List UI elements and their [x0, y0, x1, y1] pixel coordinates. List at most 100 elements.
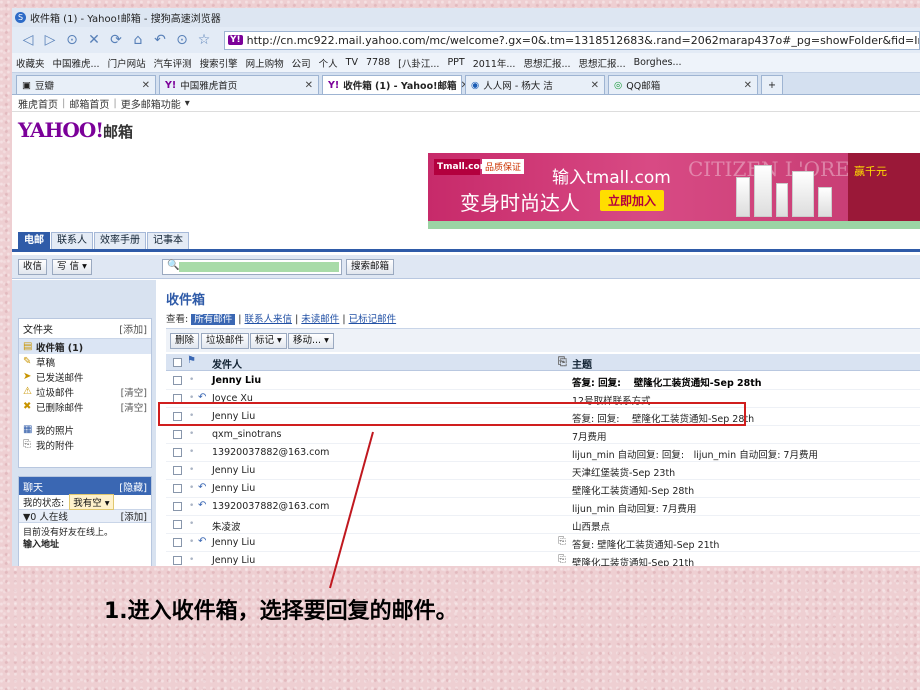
tmall-ad-banner[interactable]: Tmall.com 品质保证 输入tmall.com 变身时尚达人 立即加入 C…: [428, 153, 920, 221]
flag-dot-icon[interactable]: •: [189, 519, 194, 529]
add-folder-link[interactable]: [添加]: [119, 321, 147, 336]
mail-row[interactable]: • Jenny Liu ⎘ 壁隆化工装货通知-Sep 21th: [166, 552, 920, 566]
bookmark-item[interactable]: 7788: [366, 57, 390, 68]
mail-row[interactable]: • ↶ 13920037882@163.com lijun_min 自动回复: 7月费…: [166, 498, 920, 516]
flag-dot-icon[interactable]: •: [189, 465, 194, 475]
mail-checkbox[interactable]: [173, 520, 182, 529]
mail-row[interactable]: • qxm_sinotrans 7月费用: [166, 426, 920, 444]
flag-icon[interactable]: ⚑: [187, 355, 196, 366]
mail-row[interactable]: • Jenny Liu 答复: 回复: 壁隆化工装货通知-Sep 28th: [166, 372, 920, 390]
mail-checkbox[interactable]: [173, 430, 182, 439]
select-all-checkbox[interactable]: [173, 358, 182, 367]
mail-row[interactable]: • 13920037882@163.com lijun_min 自动回复: 回复: …: [166, 444, 920, 462]
filter-flagged[interactable]: 已标记邮件: [349, 314, 397, 325]
mail-subject[interactable]: lijun_min 自动回复: 7月费用: [572, 501, 696, 515]
mail-subject[interactable]: 山西景点: [572, 519, 610, 533]
bookmark-item[interactable]: 公司: [292, 56, 311, 70]
flag-dot-icon[interactable]: •: [189, 483, 194, 493]
mail-checkbox[interactable]: [173, 538, 182, 547]
stop-icon[interactable]: ⊙: [64, 32, 80, 48]
bookmark-item[interactable]: [八卦江...: [398, 56, 439, 70]
bookmark-item[interactable]: 汽车评测: [154, 56, 192, 70]
flag-dot-icon[interactable]: •: [189, 447, 194, 457]
mail-subject[interactable]: 壁隆化工装货通知-Sep 21th: [572, 555, 694, 566]
mail-checkbox[interactable]: [173, 448, 182, 457]
bookmark-item[interactable]: 收藏夹: [16, 56, 45, 70]
flag-dot-icon[interactable]: •: [189, 537, 194, 547]
mail-checkbox[interactable]: [173, 376, 182, 385]
mail-row[interactable]: • ↶ Jenny Liu 壁隆化工装货通知-Sep 28th: [166, 480, 920, 498]
spam-button[interactable]: 垃圾邮件: [201, 333, 250, 349]
flag-dot-icon[interactable]: •: [189, 555, 194, 565]
mail-checkbox[interactable]: [173, 502, 182, 511]
star-icon[interactable]: ☆: [196, 32, 212, 48]
hide-chat-link[interactable]: [隐藏]: [119, 479, 147, 494]
close-page-icon[interactable]: ✕: [86, 32, 102, 48]
flag-dot-icon[interactable]: •: [189, 429, 194, 439]
status-select[interactable]: 我有空 ▾: [69, 494, 114, 510]
folder-spam[interactable]: ⚠ 垃圾邮件 [清空]: [19, 384, 151, 399]
home-icon[interactable]: ⌂: [130, 32, 146, 48]
subject-column-header[interactable]: 主题: [572, 356, 592, 371]
filter-contacts[interactable]: 联系人来信: [245, 314, 293, 325]
bookmark-item[interactable]: 思想汇报...: [579, 56, 626, 70]
link-more-features[interactable]: 更多邮箱功能: [121, 96, 181, 111]
bookmark-item[interactable]: 思想汇报...: [523, 56, 570, 70]
mail-subject[interactable]: 7月费用: [572, 429, 607, 443]
flag-dot-icon[interactable]: •: [189, 375, 194, 385]
move-button[interactable]: 移动... ▾: [288, 333, 334, 349]
bookmark-item[interactable]: 2011年...: [473, 56, 516, 70]
new-tab-button[interactable]: +: [761, 75, 783, 94]
mail-subject[interactable]: 答复: 回复: 壁隆化工装货通知-Sep 28th: [572, 375, 762, 389]
browser-tab-renren[interactable]: ◉ 人人网 - 杨大 洁 ✕: [465, 75, 605, 94]
folder-photos[interactable]: ▦ 我的照片: [19, 422, 151, 437]
mail-subject[interactable]: lijun_min 自动回复: 回复: lijun_min 自动回复: 7月费用: [572, 447, 818, 461]
folder-trash[interactable]: ✖ 已删除邮件 [清空]: [19, 399, 151, 414]
mark-button[interactable]: 标记 ▾: [250, 333, 287, 349]
sender-column-header[interactable]: 发件人: [212, 356, 242, 371]
add-contact-link[interactable]: [添加]: [121, 509, 147, 523]
mail-subject[interactable]: 天津红堡装货-Sep 23th: [572, 465, 675, 479]
filter-unread[interactable]: 未读邮件: [301, 314, 339, 325]
empty-spam-link[interactable]: [清空]: [121, 385, 147, 399]
paperclip-icon[interactable]: ⎘: [558, 355, 567, 369]
close-tab-icon[interactable]: ✕: [744, 80, 752, 91]
online-count[interactable]: ▼0 人在线: [23, 509, 68, 523]
mail-row[interactable]: • ↶ Jenny Liu ⎘ 答复: 壁隆化工装货通知-Sep 21th: [166, 534, 920, 552]
folder-sent[interactable]: ➤ 已发送邮件: [19, 369, 151, 384]
tab-mail[interactable]: 电邮: [18, 232, 50, 249]
record-icon[interactable]: ⊙: [174, 32, 190, 48]
bookmark-item[interactable]: 门户网站: [108, 56, 146, 70]
back-icon[interactable]: ◁: [20, 32, 36, 48]
filter-all[interactable]: 所有邮件: [191, 314, 236, 325]
close-tab-icon[interactable]: ✕: [305, 80, 313, 91]
compose-button[interactable]: 写 信 ▾: [52, 259, 92, 275]
banner-join-button[interactable]: 立即加入: [600, 190, 665, 211]
tab-contacts[interactable]: 联系人: [51, 232, 93, 249]
mail-checkbox[interactable]: [173, 484, 182, 493]
mail-subject[interactable]: 答复: 壁隆化工装货通知-Sep 21th: [572, 537, 719, 551]
receive-button[interactable]: 收信: [18, 259, 48, 275]
delete-button[interactable]: 删除: [170, 333, 200, 349]
flag-dot-icon[interactable]: •: [189, 501, 194, 511]
folder-attachments[interactable]: ⎘ 我的附件: [19, 437, 151, 452]
folder-drafts[interactable]: ✎ 草稿: [19, 354, 151, 369]
browser-tab-yahoo-home[interactable]: Y! 中国雅虎首页 ✕: [159, 75, 319, 94]
refresh-icon[interactable]: ⟳: [108, 32, 124, 48]
mail-row[interactable]: • 朱凌波 山西景点: [166, 516, 920, 534]
browser-tab-qq-mail[interactable]: ◎ QQ邮箱 ✕: [608, 75, 758, 94]
bookmark-item[interactable]: TV: [346, 57, 358, 68]
search-mail-button[interactable]: 搜索邮箱: [346, 259, 395, 275]
bookmark-item[interactable]: 个人: [319, 56, 338, 70]
tab-notepad[interactable]: 记事本: [147, 232, 189, 249]
mail-checkbox[interactable]: [173, 556, 182, 565]
close-tab-icon[interactable]: ✕: [591, 80, 599, 91]
forward-icon[interactable]: ▷: [42, 32, 58, 48]
folder-inbox[interactable]: ▤ 收件箱 (1): [19, 339, 151, 354]
bookmark-item[interactable]: 中国雅虎...: [53, 56, 100, 70]
search-input[interactable]: 🔍: [162, 259, 342, 275]
browser-tab-yahoo-mail[interactable]: Y! 收件箱 (1) - Yahoo!邮箱 ✕: [322, 75, 469, 94]
empty-trash-link[interactable]: [清空]: [121, 400, 147, 414]
mail-checkbox[interactable]: [173, 466, 182, 475]
bookmark-item[interactable]: 搜索引擎: [200, 56, 238, 70]
